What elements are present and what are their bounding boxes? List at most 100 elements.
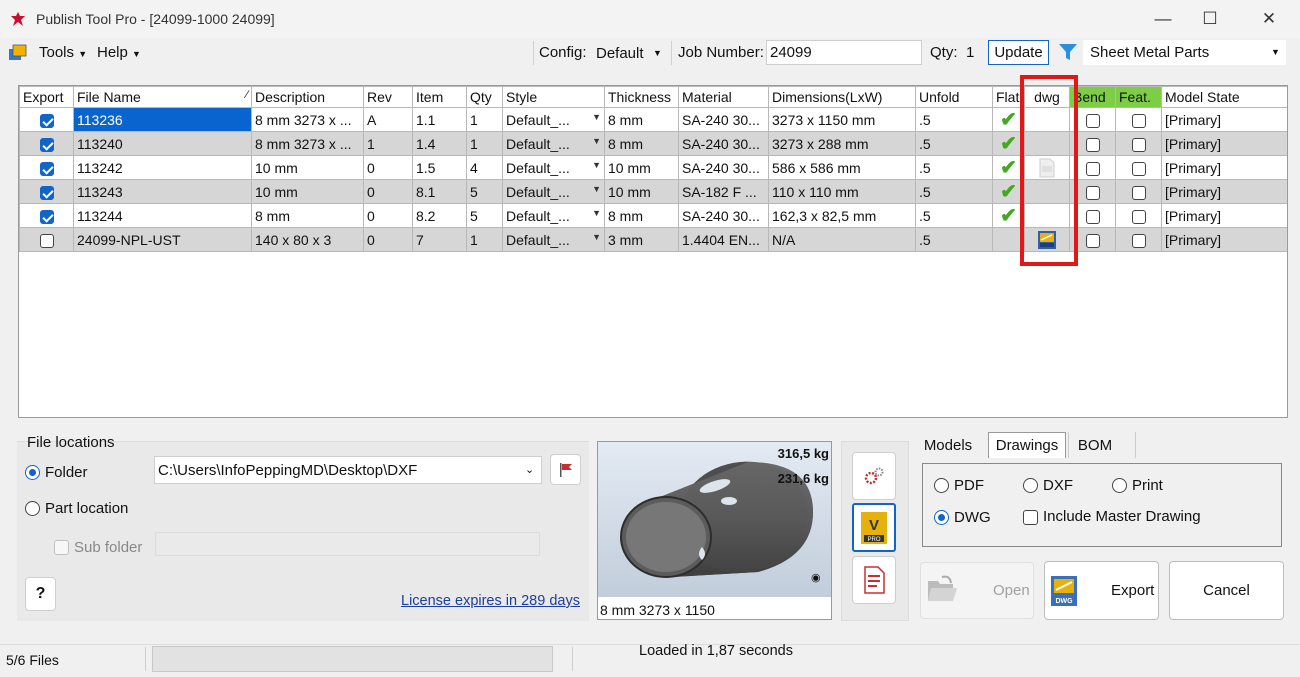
minimize-button[interactable]: — <box>1140 4 1186 34</box>
model-state-cell[interactable]: [Primary] <box>1161 227 1287 252</box>
file-name-cell[interactable]: 113236 <box>73 107 252 132</box>
unfold-cell[interactable]: .5 <box>915 131 993 156</box>
file-name-cell[interactable]: 113244 <box>73 203 252 228</box>
dxf-radio[interactable] <box>1023 478 1038 493</box>
feat-checkbox[interactable] <box>1131 185 1146 200</box>
feat-checkbox[interactable] <box>1131 137 1146 152</box>
description-cell[interactable]: 8 mm 3273 x ... <box>251 131 364 156</box>
model-state-cell[interactable]: [Primary] <box>1161 203 1287 228</box>
col-model-state[interactable]: Model State <box>1161 86 1287 108</box>
material-cell[interactable]: SA-240 30... <box>678 155 769 180</box>
unfold-cell[interactable]: .5 <box>915 203 993 228</box>
table-row[interactable]: 113236 8 mm 3273 x ... A 1.1 1 Default_... ▼ 8 … <box>19 107 1287 132</box>
bend-checkbox[interactable] <box>1085 233 1100 248</box>
bend-checkbox[interactable] <box>1085 161 1100 176</box>
description-cell[interactable]: 140 x 80 x 3 <box>251 227 364 252</box>
qty-cell[interactable]: 5 <box>466 203 503 228</box>
folder-radio[interactable] <box>25 465 40 480</box>
export-checkbox[interactable] <box>39 113 54 128</box>
cancel-button[interactable]: Cancel <box>1169 561 1284 620</box>
parts-grid[interactable]: Export File Name ⁄ Description Rev Item Q… <box>18 85 1288 418</box>
subfolder-checkbox[interactable] <box>54 540 69 555</box>
tab-models[interactable]: Models <box>918 432 978 458</box>
config-select[interactable]: Default ▼ <box>591 41 665 65</box>
dimensions-cell[interactable]: 110 x 110 mm <box>768 179 916 204</box>
style-select[interactable]: Default_... ▼ <box>502 155 605 180</box>
description-cell[interactable]: 10 mm <box>251 179 364 204</box>
description-cell[interactable]: 8 mm <box>251 203 364 228</box>
item-cell[interactable]: 8.1 <box>412 179 467 204</box>
feat-checkbox[interactable] <box>1131 161 1146 176</box>
qty-cell[interactable]: 1 <box>466 227 503 252</box>
description-cell[interactable]: 8 mm 3273 x ... <box>251 107 364 132</box>
thickness-cell[interactable]: 8 mm <box>604 131 679 156</box>
report-button[interactable] <box>852 556 896 604</box>
style-select[interactable]: Default_... ▼ <box>502 203 605 228</box>
col-file-name[interactable]: File Name ⁄ <box>73 86 252 108</box>
close-button[interactable]: ✕ <box>1246 4 1292 34</box>
material-cell[interactable]: SA-240 30... <box>678 203 769 228</box>
bend-checkbox[interactable] <box>1085 209 1100 224</box>
model-state-cell[interactable]: [Primary] <box>1161 131 1287 156</box>
thickness-cell[interactable]: 8 mm <box>604 107 679 132</box>
subfolder-input[interactable] <box>155 532 540 556</box>
export-checkbox[interactable] <box>39 233 54 248</box>
qty-cell[interactable]: 5 <box>466 179 503 204</box>
filter-icon[interactable] <box>1057 41 1079 63</box>
item-cell[interactable]: 1.5 <box>412 155 467 180</box>
maximize-button[interactable]: ☐ <box>1187 4 1233 34</box>
dimensions-cell[interactable]: 3273 x 1150 mm <box>768 107 916 132</box>
description-cell[interactable]: 10 mm <box>251 155 364 180</box>
col-material[interactable]: Material <box>678 86 769 108</box>
item-cell[interactable]: 8.2 <box>412 203 467 228</box>
col-feat[interactable]: Feat. <box>1115 86 1162 108</box>
feat-checkbox[interactable] <box>1131 209 1146 224</box>
material-cell[interactable]: SA-182 F ... <box>678 179 769 204</box>
update-button[interactable]: Update <box>988 40 1049 65</box>
export-checkbox[interactable] <box>39 137 54 152</box>
qty-cell[interactable]: 4 <box>466 155 503 180</box>
qty-cell[interactable]: 1 <box>466 107 503 132</box>
tools-menu[interactable]: Tools ▼ <box>39 44 87 61</box>
material-cell[interactable]: SA-240 30... <box>678 107 769 132</box>
file-name-cell[interactable]: 24099-NPL-UST <box>73 227 252 252</box>
bend-checkbox[interactable] <box>1085 185 1100 200</box>
col-unfold[interactable]: Unfold <box>915 86 993 108</box>
model-state-cell[interactable]: [Primary] <box>1161 107 1287 132</box>
dimensions-cell[interactable]: 3273 x 288 mm <box>768 131 916 156</box>
pdf-radio[interactable] <box>934 478 949 493</box>
material-cell[interactable]: 1.4404 EN... <box>678 227 769 252</box>
publish-icon[interactable] <box>8 43 28 61</box>
rev-cell[interactable]: 0 <box>363 203 413 228</box>
rev-cell[interactable]: 1 <box>363 131 413 156</box>
item-cell[interactable]: 1.1 <box>412 107 467 132</box>
col-export[interactable]: Export <box>19 86 74 108</box>
bend-checkbox[interactable] <box>1085 113 1100 128</box>
filter-select[interactable]: Sheet Metal Parts ▼ <box>1083 40 1286 65</box>
job-number-input[interactable]: 24099 <box>766 40 922 65</box>
style-select[interactable]: Default_... ▼ <box>502 107 605 132</box>
license-link[interactable]: License expires in 289 days <box>401 593 580 609</box>
rev-cell[interactable]: 0 <box>363 227 413 252</box>
qty-cell[interactable]: 1 <box>466 131 503 156</box>
dimensions-cell[interactable]: 162,3 x 82,5 mm <box>768 203 916 228</box>
dwg-radio[interactable] <box>934 510 949 525</box>
style-select[interactable]: Default_... ▼ <box>502 179 605 204</box>
master-drawing-checkbox[interactable] <box>1023 510 1038 525</box>
item-cell[interactable]: 1.4 <box>412 131 467 156</box>
thickness-cell[interactable]: 8 mm <box>604 203 679 228</box>
help-menu[interactable]: Help ▼ <box>97 44 141 61</box>
material-cell[interactable]: SA-240 30... <box>678 131 769 156</box>
export-button[interactable]: DWG Export <box>1044 561 1159 620</box>
folder-path-select[interactable]: C:\Users\InfoPeppingMD\Desktop\DXF ⌄ <box>154 456 542 484</box>
col-description[interactable]: Description <box>251 86 364 108</box>
col-rev[interactable]: Rev <box>363 86 413 108</box>
item-cell[interactable]: 7 <box>412 227 467 252</box>
dimensions-cell[interactable]: 586 x 586 mm <box>768 155 916 180</box>
browse-folder-button[interactable] <box>550 454 581 485</box>
part-location-radio[interactable] <box>25 501 40 516</box>
unfold-cell[interactable]: .5 <box>915 155 993 180</box>
thickness-cell[interactable]: 10 mm <box>604 155 679 180</box>
col-style[interactable]: Style <box>502 86 605 108</box>
feat-checkbox[interactable] <box>1131 233 1146 248</box>
